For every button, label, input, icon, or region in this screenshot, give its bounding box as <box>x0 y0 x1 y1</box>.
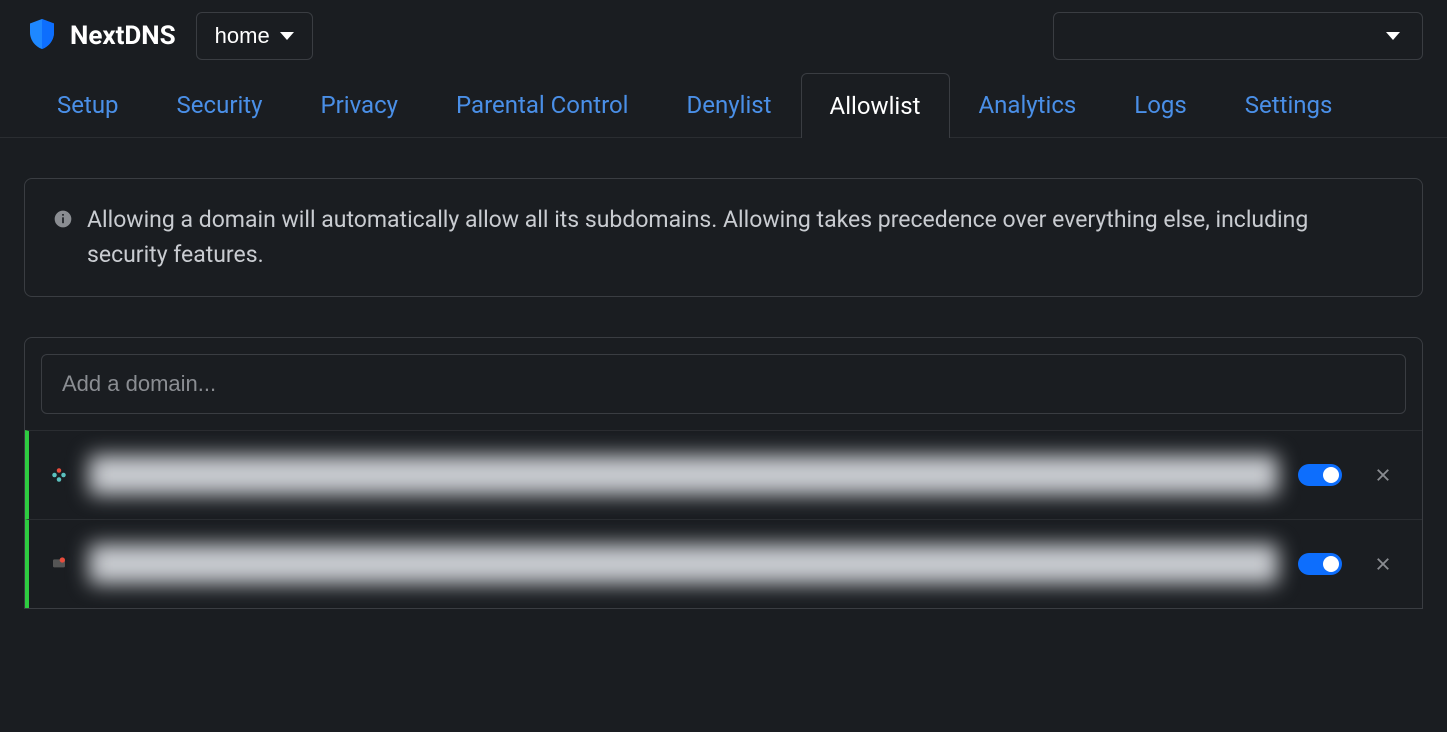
remove-button[interactable] <box>1372 464 1394 486</box>
info-banner: Allowing a domain will automatically all… <box>24 178 1423 297</box>
brand-name: NextDNS <box>70 21 176 51</box>
nav-logs[interactable]: Logs <box>1105 72 1215 137</box>
allowlist-panel <box>24 337 1423 609</box>
nav-allowlist[interactable]: Allowlist <box>801 73 950 138</box>
nav-denylist[interactable]: Denylist <box>658 72 801 137</box>
nav-privacy[interactable]: Privacy <box>292 72 428 137</box>
nav-parental-control[interactable]: Parental Control <box>427 72 658 137</box>
app-header: NextDNS home <box>0 0 1447 72</box>
enable-toggle[interactable] <box>1298 464 1342 486</box>
shield-icon <box>24 16 60 56</box>
page-content: Allowing a domain will automatically all… <box>0 138 1447 609</box>
nav-setup[interactable]: Setup <box>28 72 148 137</box>
caret-down-icon <box>1386 32 1400 40</box>
info-icon <box>53 209 73 229</box>
favicon-icon <box>49 554 69 574</box>
add-domain-row <box>25 338 1422 430</box>
nav-analytics[interactable]: Analytics <box>950 72 1106 137</box>
enable-toggle[interactable] <box>1298 553 1342 575</box>
profile-selector[interactable]: home <box>196 12 313 60</box>
favicon-icon <box>49 465 69 485</box>
caret-down-icon <box>280 32 294 40</box>
add-domain-input[interactable] <box>41 354 1406 414</box>
allowlist-item <box>25 430 1422 519</box>
main-nav: Setup Security Privacy Parental Control … <box>0 72 1447 138</box>
account-dropdown[interactable] <box>1053 12 1423 60</box>
profile-label: home <box>215 23 270 49</box>
domain-name <box>89 455 1278 495</box>
nav-security[interactable]: Security <box>148 72 292 137</box>
allowlist-item <box>25 519 1422 608</box>
domain-name <box>89 544 1278 584</box>
nav-settings[interactable]: Settings <box>1216 72 1362 137</box>
remove-button[interactable] <box>1372 553 1394 575</box>
brand-logo[interactable]: NextDNS <box>24 16 176 56</box>
info-text: Allowing a domain will automatically all… <box>87 203 1394 272</box>
